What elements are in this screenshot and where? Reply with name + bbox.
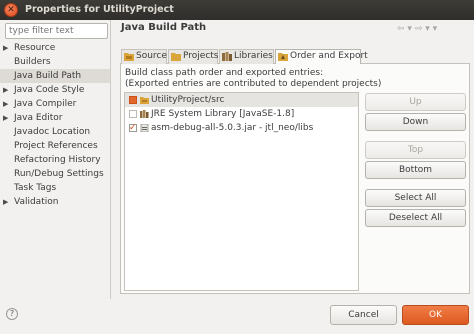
sidebar-item-java-editor[interactable]: ▶ Java Editor [0, 111, 110, 125]
tab-order-and-export[interactable]: Order and Export [275, 49, 368, 64]
sidebar-item-label: Java Compiler [14, 99, 77, 109]
list-item[interactable]: UtilityProject/src [125, 93, 358, 107]
sidebar-item-java-compiler[interactable]: ▶ Java Compiler [0, 97, 110, 111]
sidebar-item-label: Builders [14, 57, 51, 67]
projects-icon [171, 53, 181, 61]
jar-icon [140, 124, 149, 132]
page-title: Java Build Path [121, 22, 207, 33]
tab-label: Projects [183, 51, 219, 61]
expand-arrow-icon[interactable]: ▶ [3, 97, 8, 111]
tab-label: Libraries [234, 51, 273, 61]
down-button[interactable]: Down [365, 113, 466, 131]
select-all-button[interactable]: Select All [365, 189, 466, 207]
property-tree: ▶ Resource Builders Java Build Path ▶ Java… [0, 41, 110, 209]
export-checkbox[interactable] [129, 121, 137, 135]
cancel-button[interactable]: Cancel [330, 305, 397, 325]
library-icon [140, 110, 149, 118]
ok-button[interactable]: OK [402, 305, 469, 325]
help-icon[interactable]: ? [6, 308, 18, 320]
sidebar-item-label: Validation [14, 197, 59, 207]
close-icon[interactable]: ✕ [4, 3, 18, 17]
tab-label: Order and Export [290, 51, 368, 61]
chevron-down-icon[interactable]: ▾ [425, 24, 430, 34]
sidebar-item-java-code-style[interactable]: ▶ Java Code Style [0, 83, 110, 97]
sidebar-item-refactoring-history[interactable]: Refactoring History [0, 153, 110, 167]
chevron-down-icon[interactable]: ▾ [407, 24, 412, 34]
back-icon[interactable]: ⇦ [397, 24, 405, 34]
deselect-all-button[interactable]: Deselect All [365, 209, 466, 227]
sidebar-item-label: Java Build Path [14, 71, 82, 81]
export-checkbox[interactable] [129, 110, 137, 118]
bottom-button[interactable]: Bottom [365, 161, 466, 179]
top-button[interactable]: Top [365, 141, 466, 159]
view-menu-icon[interactable]: ▾ [433, 24, 438, 34]
sidebar-item-resource[interactable]: ▶ Resource [0, 41, 110, 55]
expand-arrow-icon[interactable]: ▶ [3, 41, 8, 55]
sidebar-item-validation[interactable]: ▶ Validation [0, 195, 110, 209]
sidebar-item-task-tags[interactable]: Task Tags [0, 181, 110, 195]
source-folder-icon [140, 97, 149, 104]
classpath-entries-list: UtilityProject/src JRE System Library [J… [124, 92, 359, 291]
description-line: (Exported entries are contributed to dep… [125, 79, 382, 89]
sidebar-item-label: Run/Debug Settings [14, 169, 104, 179]
sidebar-item-label: Resource [14, 43, 56, 53]
sidebar-item-javadoc-location[interactable]: Javadoc Location [0, 125, 110, 139]
tab-description: Build class path order and exported entr… [125, 68, 381, 90]
title-bar[interactable]: ✕ Properties for UtilityProject [0, 0, 474, 20]
up-button[interactable]: Up [365, 93, 466, 111]
expand-arrow-icon[interactable]: ▶ [3, 111, 8, 125]
expand-arrow-icon[interactable]: ▶ [3, 83, 8, 97]
list-item[interactable]: JRE System Library [JavaSE-1.8] [125, 107, 358, 121]
tab-libraries[interactable]: Libraries [219, 49, 274, 64]
sidebar: ▶ Resource Builders Java Build Path ▶ Java… [0, 20, 111, 299]
entry-label: JRE System Library [JavaSE-1.8] [151, 109, 295, 119]
sidebar-item-project-references[interactable]: Project References [0, 139, 110, 153]
entry-label: UtilityProject/src [151, 95, 225, 105]
list-item[interactable]: asm-debug-all-5.0.3.jar - jtl_neo/libs [125, 121, 358, 135]
sidebar-item-builders[interactable]: Builders [0, 55, 110, 69]
expand-arrow-icon[interactable]: ▶ [3, 195, 8, 209]
sidebar-item-label: Java Code Style [14, 85, 85, 95]
description-line: Build class path order and exported entr… [125, 68, 324, 78]
tab-source[interactable]: Source [121, 49, 167, 64]
sidebar-item-label: Task Tags [14, 183, 57, 193]
source-folder-icon [124, 53, 134, 61]
tab-label: Source [136, 51, 167, 61]
sidebar-item-label: Java Editor [14, 113, 63, 123]
properties-dialog: ✕ Properties for UtilityProject ▶ Resourc… [0, 0, 474, 334]
sidebar-item-label: Javadoc Location [14, 127, 91, 137]
sidebar-item-run-debug-settings[interactable]: Run/Debug Settings [0, 167, 110, 181]
sidebar-item-label: Refactoring History [14, 155, 101, 165]
filter-input[interactable] [5, 23, 108, 39]
order-export-icon [278, 53, 288, 61]
window-title: Properties for UtilityProject [25, 4, 174, 15]
dialog-footer: ? Cancel OK [0, 299, 474, 334]
entry-label: asm-debug-all-5.0.3.jar - jtl_neo/libs [151, 123, 314, 133]
sidebar-item-label: Project References [14, 141, 98, 151]
sidebar-item-java-build-path[interactable]: Java Build Path [0, 69, 110, 83]
forward-icon[interactable]: ⇨ [415, 24, 423, 34]
libraries-icon [222, 52, 232, 61]
tab-projects[interactable]: Projects [168, 49, 218, 64]
export-checkbox[interactable] [129, 96, 137, 104]
history-nav: ⇦ ▾ ⇨ ▾ ▾ [397, 24, 437, 34]
